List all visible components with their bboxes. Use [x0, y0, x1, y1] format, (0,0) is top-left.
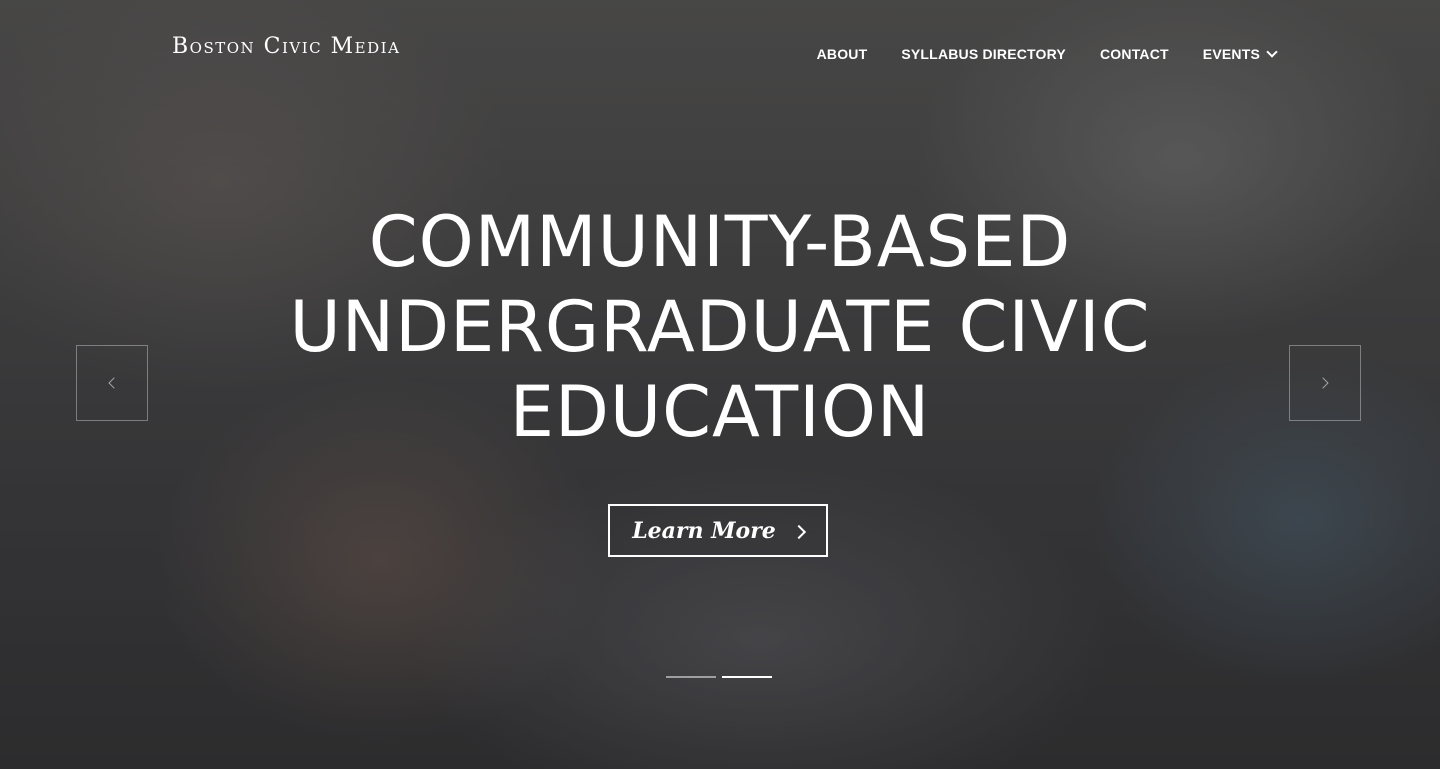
nav-item-label: EVENTS: [1202, 46, 1260, 62]
headline-line: EDUCATION: [509, 371, 931, 453]
nav-item-contact[interactable]: CONTACT: [1100, 46, 1169, 62]
main-nav: ABOUT SYLLABUS DIRECTORY CONTACT EVENTS: [817, 46, 1278, 62]
carousel-next-button[interactable]: [1289, 345, 1361, 421]
chevron-left-icon: [108, 377, 120, 389]
chevron-right-icon: [791, 524, 806, 539]
nav-item-about[interactable]: ABOUT: [817, 46, 868, 62]
carousel-prev-button[interactable]: [76, 345, 148, 421]
nav-item-syllabus-directory[interactable]: SYLLABUS DIRECTORY: [901, 46, 1066, 62]
hero-carousel: Boston Civic Media ABOUT SYLLABUS DIRECT…: [0, 0, 1440, 769]
chevron-down-icon: [1266, 46, 1278, 58]
learn-more-label: Learn More: [632, 517, 776, 544]
carousel-indicator-active[interactable]: [722, 676, 772, 678]
nav-item-label: CONTACT: [1099, 46, 1169, 62]
headline-line: COMMUNITY-BASED: [368, 201, 1072, 283]
nav-item-label: SYLLABUS DIRECTORY: [901, 46, 1066, 62]
hero-headline: COMMUNITY-BASED UNDERGRADUATE CIVIC EDUC…: [0, 200, 1440, 455]
site-logo[interactable]: Boston Civic Media: [172, 34, 400, 59]
carousel-indicators: [666, 676, 772, 678]
chevron-right-icon: [1317, 377, 1329, 389]
headline-line: UNDERGRADUATE CIVIC: [289, 286, 1151, 368]
learn-more-button[interactable]: Learn More: [608, 504, 828, 557]
nav-item-label: ABOUT: [816, 46, 868, 62]
carousel-indicator[interactable]: [666, 676, 716, 678]
nav-item-events[interactable]: EVENTS: [1202, 46, 1278, 62]
